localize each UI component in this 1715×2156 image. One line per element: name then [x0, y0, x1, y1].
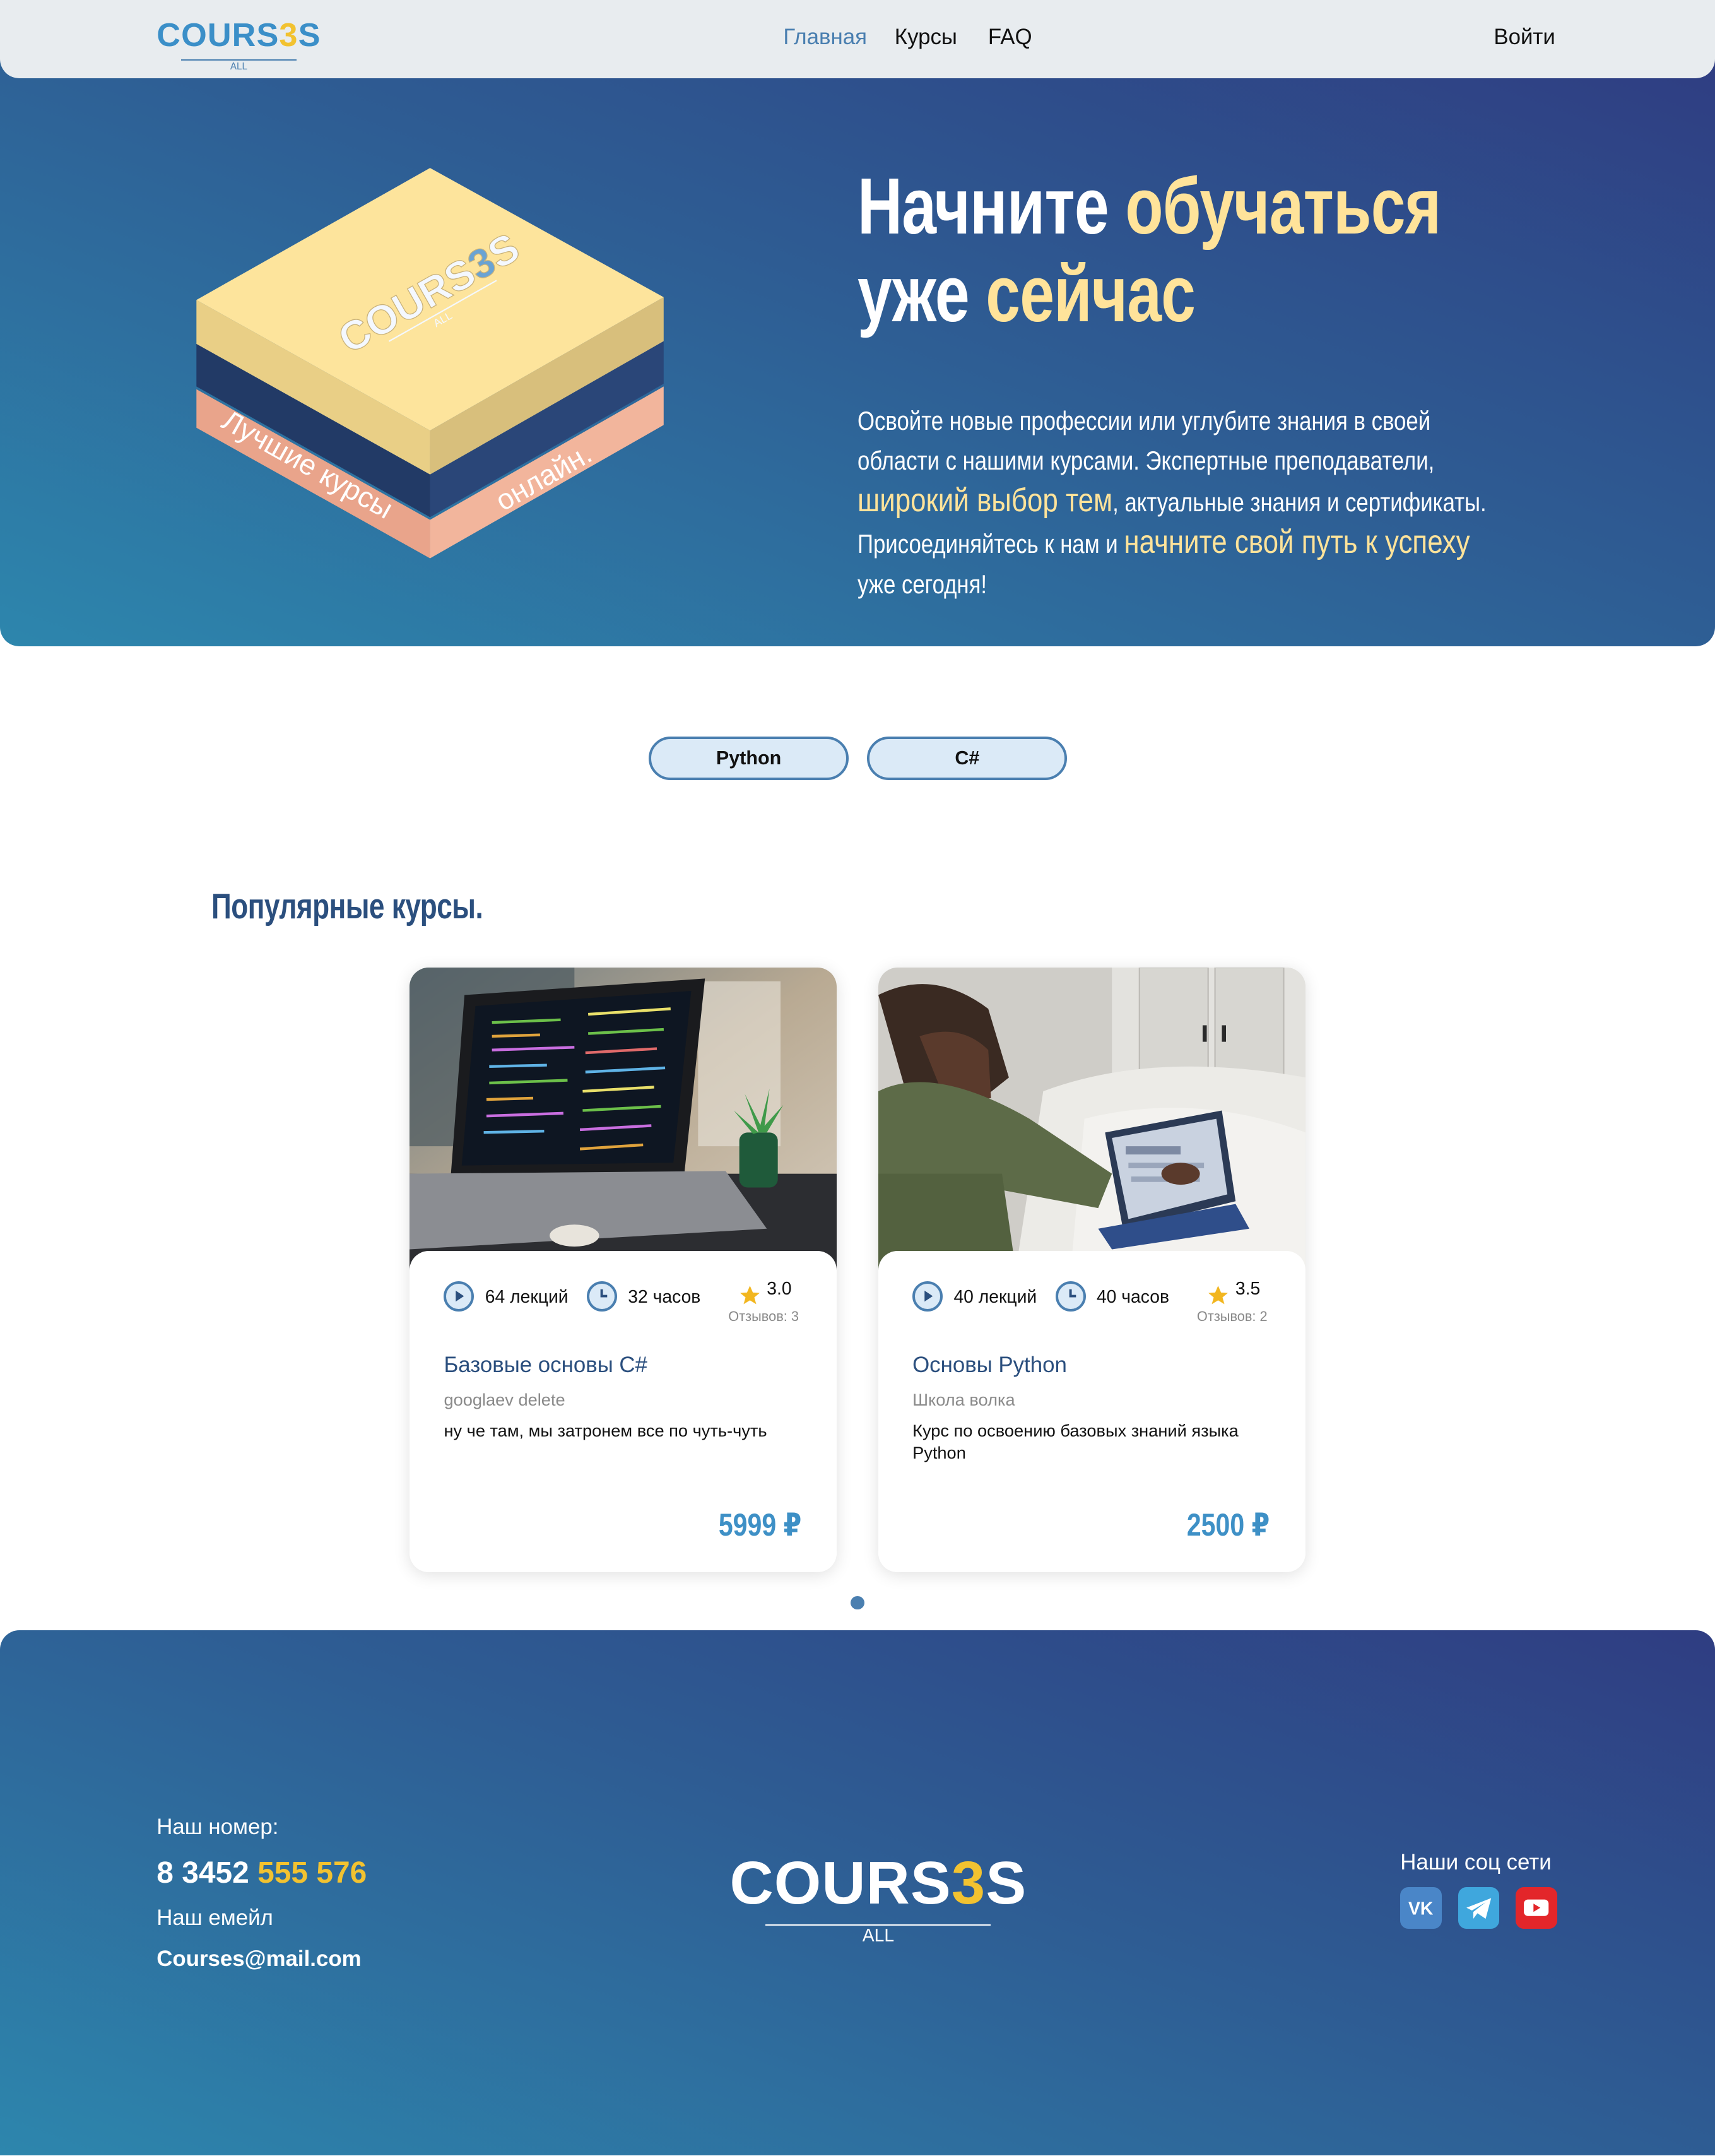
popular-courses-title: Популярные курсы. — [211, 886, 483, 926]
course-rating: 3.5 — [1235, 1278, 1261, 1299]
laptop-with-code-photo — [410, 968, 837, 1270]
email-label: Наш емейл — [156, 1905, 273, 1930]
reviews-count: Отзывов: 3 — [728, 1308, 799, 1325]
nav-home[interactable]: Главная — [783, 25, 867, 50]
course-card[interactable]: 64 лекций 32 часов 3.0 Отзывов: 3 Базовы… — [410, 968, 837, 1573]
course-description: ну че там, мы затронем все по чуть-чуть — [444, 1420, 767, 1440]
carousel-dot[interactable] — [851, 1596, 864, 1610]
woman-with-tablet-photo — [878, 968, 1305, 1270]
svg-text:VK: VK — [1408, 1898, 1434, 1919]
hours-count: 32 часов — [628, 1286, 701, 1307]
vk-icon[interactable]: VK — [1400, 1887, 1442, 1929]
telegram-icon[interactable] — [1458, 1887, 1500, 1929]
course-title[interactable]: Основы Python — [912, 1353, 1067, 1378]
hero-title: Начните обучаться уже сейчас — [858, 161, 1441, 339]
phone-label: Наш номер: — [156, 1814, 279, 1839]
course-price: 2500 ₽ — [1187, 1507, 1270, 1543]
filter-csharp[interactable]: C# — [867, 737, 1068, 781]
nav-faq[interactable]: FAQ — [988, 25, 1032, 50]
nav-courses[interactable]: Курсы — [895, 25, 957, 50]
hero-description: Освойте новые профессии или углубите зна… — [858, 406, 1487, 599]
lectures-count: 64 лекций — [485, 1286, 569, 1307]
logo-subtitle: ALL — [765, 1924, 991, 1945]
youtube-icon[interactable] — [1516, 1887, 1557, 1929]
play-icon — [444, 1281, 474, 1312]
course-rating: 3.0 — [767, 1278, 792, 1299]
course-description: Курс по освоению базовых знаний языка Py… — [912, 1420, 1239, 1462]
site-logo[interactable]: COURS3S ALL — [156, 19, 321, 71]
clock-icon — [1055, 1281, 1086, 1312]
clock-icon — [586, 1281, 617, 1312]
reviews-count: Отзывов: 2 — [1196, 1308, 1268, 1325]
phone-number[interactable]: 8 3452 555 576 — [156, 1856, 367, 1890]
footer-logo[interactable]: COURS3S ALL — [729, 1852, 1027, 1945]
star-icon — [1208, 1286, 1229, 1305]
course-author: googlaev delete — [444, 1389, 565, 1409]
play-icon — [912, 1281, 943, 1312]
email-link[interactable]: Courses@mail.com — [156, 1946, 361, 1972]
hours-count: 40 часов — [1096, 1286, 1169, 1307]
social-label: Наши соц сети — [1400, 1850, 1552, 1875]
top-navbar: COURS3S ALL Главная Курсы FAQ Войти — [0, 0, 1715, 79]
lectures-count: 40 лекций — [953, 1286, 1037, 1307]
star-icon — [740, 1286, 760, 1305]
course-title[interactable]: Базовые основы C# — [444, 1353, 647, 1378]
hero-illustration: COURS3S ALL Лучшие курсы онлайн. — [196, 167, 664, 559]
login-link[interactable]: Войти — [1494, 25, 1555, 50]
course-card[interactable]: 40 лекций 40 часов 3.5 Отзывов: 2 Основы… — [878, 968, 1305, 1573]
course-author: Школа волка — [912, 1389, 1015, 1409]
course-price: 5999 ₽ — [718, 1507, 801, 1543]
logo-subtitle: ALL — [180, 59, 297, 71]
filter-python[interactable]: Python — [648, 737, 849, 781]
